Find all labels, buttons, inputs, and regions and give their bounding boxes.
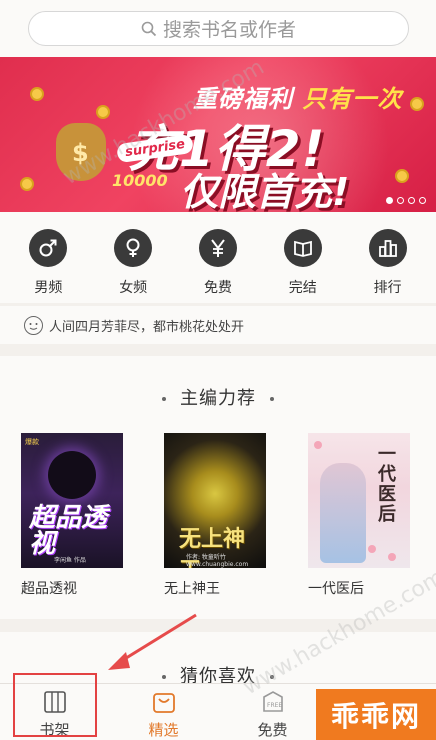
carousel-dot[interactable] — [408, 197, 415, 204]
book-card[interactable]: 无上神王 作者: 牧童听竹 www.chuangbie.com 无上神王 — [164, 433, 267, 598]
book-title[interactable]: 无上神王 — [164, 578, 267, 598]
tab-featured[interactable]: 精选 — [109, 684, 218, 740]
book-open-icon — [283, 229, 322, 267]
search-icon — [141, 21, 157, 36]
category-ranking[interactable]: 排行 — [348, 212, 428, 303]
flower-decoration — [388, 553, 396, 561]
flower-decoration — [368, 545, 376, 553]
cover-tag: 爆款 — [25, 438, 39, 446]
banner-amount: 10000 — [112, 171, 168, 190]
female-icon — [114, 229, 153, 267]
cover-author: 李闲鱼 作品 — [54, 557, 86, 564]
flower-decoration — [314, 441, 322, 449]
section-title-text: 主编力荐 — [180, 388, 256, 409]
title-dot — [162, 675, 166, 679]
book-title[interactable]: 一代医后 — [308, 578, 411, 598]
top-bar: 搜索书名或作者 — [0, 0, 436, 57]
cover-figure — [48, 451, 96, 499]
category-label: 女频 — [119, 280, 148, 296]
title-dot — [162, 397, 166, 401]
search-placeholder: 搜索书名或作者 — [162, 19, 296, 41]
category-label: 男频 — [34, 280, 63, 296]
coin-icon — [410, 97, 424, 111]
ranking-icon — [368, 229, 407, 267]
book-card[interactable]: 一代医后 一代医后 — [308, 433, 411, 598]
watermark-logo: 乖乖网 — [316, 689, 436, 740]
carousel-dot[interactable] — [386, 197, 393, 204]
cover-title: 超品透视 — [29, 503, 108, 559]
announcement-bar[interactable]: 人间四月芳菲尽，都市桃花处处开 — [0, 306, 436, 344]
tab-label: 免费 — [257, 721, 288, 739]
yen-icon — [198, 229, 237, 267]
coin-icon — [20, 177, 34, 191]
carousel-dot[interactable] — [419, 197, 426, 204]
free-icon: FREE — [260, 689, 286, 715]
highlight-box — [13, 673, 97, 737]
coin-icon — [395, 169, 409, 183]
cover-title: 一代医后 — [378, 444, 396, 525]
announcer-avatar-icon — [24, 315, 43, 335]
category-female[interactable]: 女频 — [93, 212, 173, 303]
category-label: 排行 — [373, 280, 402, 296]
coin-icon — [96, 105, 110, 119]
tab-label: 精选 — [148, 721, 179, 739]
book-cover[interactable]: 无上神王 作者: 牧童听竹 www.chuangbie.com — [164, 433, 266, 568]
promo-banner[interactable]: $ 重磅福利 只有一次 充1得2! surprise 10000 仅限首充! — [0, 57, 436, 212]
section-title: 主编力荐 — [0, 384, 436, 410]
banner-condition: 仅限首充! — [180, 170, 350, 212]
category-nav: 男频 女频 免费 完结 排行 — [0, 212, 436, 303]
title-dot — [270, 675, 274, 679]
category-free[interactable]: 免费 — [178, 212, 258, 303]
svg-text:FREE: FREE — [267, 702, 282, 709]
editor-picks-section: 主编力荐 爆款 超品透视 李闲鱼 作品 超品透视 无上神王 作者: 牧童听竹 w… — [0, 356, 436, 619]
search-input[interactable]: 搜索书名或作者 — [28, 11, 409, 46]
cover-author: 作者: 牧童听竹 www.chuangbie.com — [186, 554, 249, 568]
app-screen: 搜索书名或作者 $ 重磅福利 只有一次 充1得2! surprise 10000… — [0, 0, 436, 740]
book-title[interactable]: 超品透视 — [21, 578, 124, 598]
book-card[interactable]: 爆款 超品透视 李闲鱼 作品 超品透视 — [21, 433, 124, 598]
book-cover[interactable]: 爆款 超品透视 李闲鱼 作品 — [21, 433, 123, 568]
carousel-dot[interactable] — [397, 197, 404, 204]
title-dot — [270, 397, 274, 401]
category-label: 完结 — [288, 280, 317, 296]
announcement-text: 人间四月芳菲尽，都市桃花处处开 — [49, 319, 245, 335]
male-icon — [29, 229, 68, 267]
tab-free[interactable]: FREE 免费 — [218, 684, 327, 740]
category-label: 免费 — [203, 280, 232, 296]
bag-icon — [151, 689, 177, 715]
category-finished[interactable]: 完结 — [263, 212, 343, 303]
book-cover[interactable]: 一代医后 — [308, 433, 410, 568]
cover-figure — [320, 463, 366, 563]
money-bag-icon: $ — [56, 123, 106, 181]
coin-icon — [30, 87, 44, 101]
category-male[interactable]: 男频 — [8, 212, 88, 303]
carousel-indicator[interactable] — [386, 197, 426, 204]
